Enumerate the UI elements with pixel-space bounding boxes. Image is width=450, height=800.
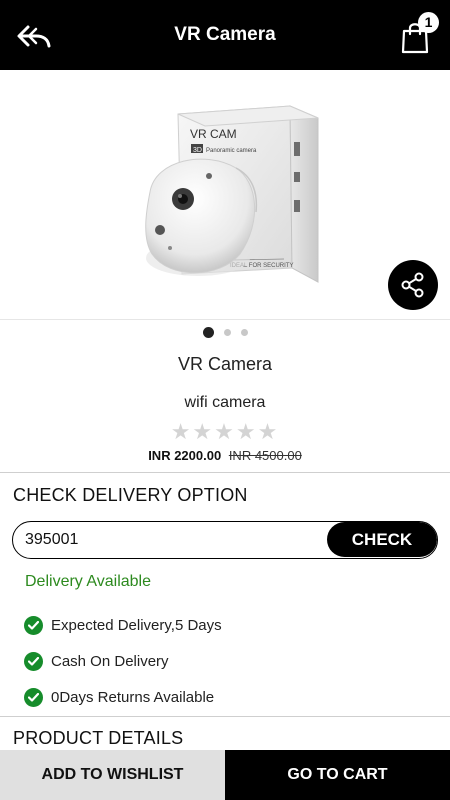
carousel-indicator — [0, 326, 450, 338]
product-name: VR Camera — [177, 354, 273, 374]
current-price: INR 2200.00 — [148, 448, 222, 463]
product-details-title[interactable]: PRODUCT DETAILS — [13, 728, 183, 749]
pincode-field: CHECK — [12, 521, 438, 559]
rating-stars[interactable]: ★★★★★ — [0, 419, 450, 445]
share-icon — [401, 272, 424, 298]
box-title: VR CAM — [190, 127, 237, 141]
carousel-dot[interactable] — [223, 328, 231, 336]
delivery-section-title: CHECK DELIVERY OPTION — [13, 485, 248, 505]
pincode-input[interactable] — [13, 522, 329, 557]
delivery-feature: Expected Delivery,5 Days — [24, 614, 222, 636]
box-badge: 3D — [193, 147, 202, 154]
delivery-feature: Cash On Delivery — [24, 650, 169, 672]
divider — [0, 716, 450, 717]
product-image-area[interactable]: VR CAM 3D Panoramic camera IDEAL FOR SEC… — [0, 72, 450, 320]
price-row: INR 2200.00 INR 4500.00 — [0, 448, 450, 463]
check-button[interactable]: CHECK — [327, 522, 437, 557]
carousel-dot[interactable] — [240, 328, 248, 336]
product-image: VR CAM 3D Panoramic camera IDEAL FOR SEC… — [145, 105, 319, 283]
check-circle-icon — [24, 651, 43, 671]
delivery-feature-label: 0Days Returns Available — [51, 688, 215, 706]
cart-button[interactable]: 1 — [398, 12, 442, 56]
delivery-feature: 0Days Returns Available — [24, 686, 214, 708]
app-header: VR Camera 1 — [0, 0, 450, 70]
go-to-cart-button[interactable]: GO TO CART — [225, 750, 450, 800]
original-price: INR 4500.00 — [228, 448, 302, 463]
carousel-dot[interactable] — [202, 326, 214, 338]
cart-count-badge: 1 — [418, 12, 439, 33]
delivery-feature-label: Cash On Delivery — [51, 652, 169, 670]
add-to-wishlist-button[interactable]: ADD TO WISHLIST — [0, 750, 225, 800]
divider — [0, 472, 450, 473]
product-subtitle: wifi camera — [184, 394, 266, 411]
box-subtitle: Panoramic camera — [206, 148, 257, 154]
delivery-feature-label: Expected Delivery,5 Days — [51, 616, 222, 634]
share-button[interactable] — [388, 260, 438, 310]
page-title: VR Camera — [174, 24, 276, 45]
bottom-action-bar: ADD TO WISHLIST GO TO CART — [0, 750, 450, 800]
check-circle-icon — [24, 615, 43, 635]
delivery-status: Delivery Available — [25, 573, 151, 590]
check-circle-icon — [24, 687, 43, 707]
